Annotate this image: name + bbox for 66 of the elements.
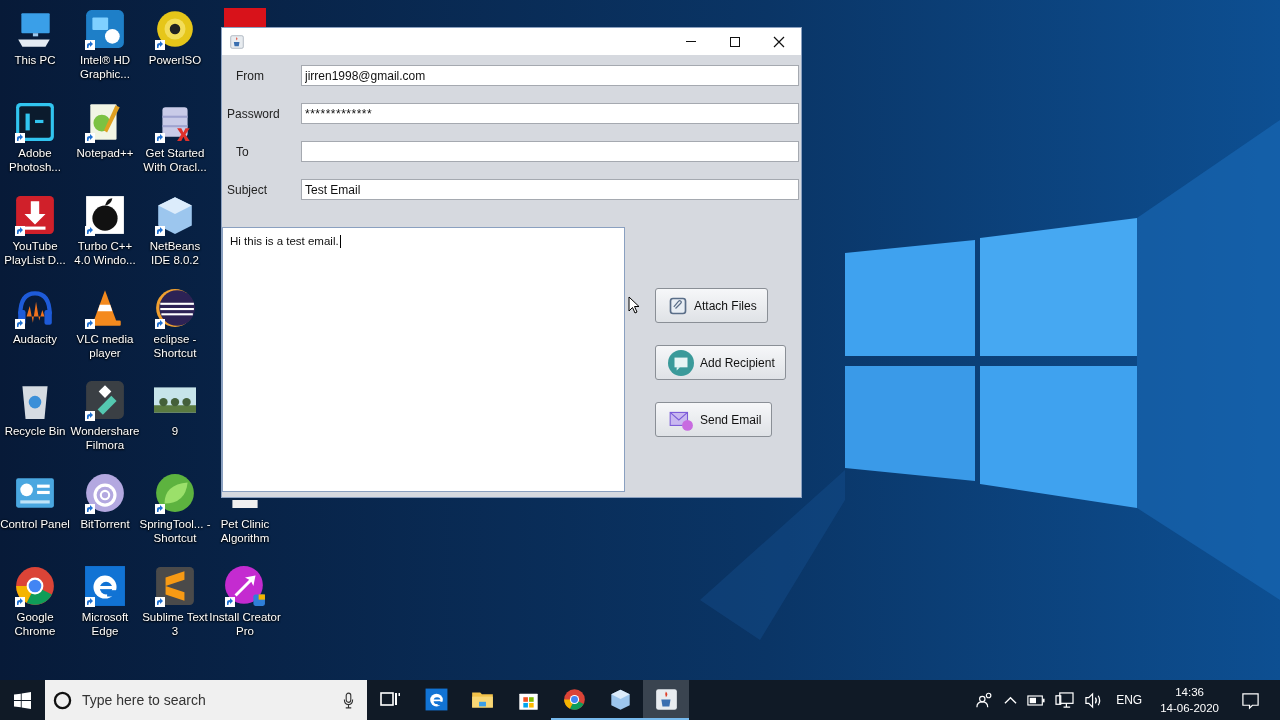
icon-label[interactable]: Turbo C++ 4.0 Windo...: [69, 238, 141, 267]
clock[interactable]: 14:36 14-06-2020: [1160, 684, 1219, 716]
icon-label[interactable]: Audacity: [0, 331, 71, 346]
app-tile-icon[interactable]: [84, 8, 126, 50]
icon-label[interactable]: VLC media player: [69, 331, 141, 360]
installer-logo-icon[interactable]: [224, 565, 266, 607]
icon-label[interactable]: This PC: [0, 53, 71, 67]
icon-label[interactable]: Pet Clinic Algorithm: [209, 517, 281, 545]
maximize-icon: [729, 35, 741, 48]
search-field[interactable]: Type here to search: [45, 680, 367, 720]
notification-icon[interactable]: [1241, 690, 1260, 710]
field-label: From: [235, 68, 265, 83]
windows-logo-icon: [14, 691, 31, 709]
cube-icon: [608, 687, 632, 711]
battery-icon[interactable]: [1027, 694, 1046, 706]
apple-logo-icon[interactable]: [84, 193, 126, 236]
language-indicator[interactable]: ENG: [1116, 693, 1143, 707]
icon-label[interactable]: YouTube PlayList D...: [0, 238, 71, 267]
message-area[interactable]: Hi this is a test email.: [222, 227, 625, 492]
icon-label[interactable]: Notepad++: [69, 145, 141, 160]
icon-label[interactable]: Google Chrome: [0, 610, 71, 639]
app-tile-icon[interactable]: [154, 565, 196, 608]
send-email-button[interactable]: Send Email: [655, 402, 773, 437]
java-cup-icon: [654, 687, 678, 711]
app-tile-icon[interactable]: [14, 100, 56, 143]
app-tile-icon[interactable]: [84, 379, 126, 422]
field-label: Subject: [227, 182, 269, 197]
text-field[interactable]: [301, 141, 799, 162]
icon-label[interactable]: Adobe Photosh...: [0, 145, 71, 174]
add-recipient-button[interactable]: Add Recipient: [655, 345, 786, 380]
mouse-cursor-icon: [628, 296, 640, 314]
java-cup-icon: [230, 34, 244, 49]
paperclip-icon: [668, 295, 688, 316]
swirl-logo-icon[interactable]: [84, 472, 126, 515]
field-label: To: [235, 144, 250, 159]
microphone-icon[interactable]: [343, 692, 354, 709]
browser-logo-icon: [424, 687, 448, 711]
browser-logo-icon[interactable]: [84, 565, 126, 608]
download-icon[interactable]: [14, 193, 56, 236]
password-field[interactable]: *************: [301, 103, 799, 124]
icon-label[interactable]: Recycle Bin: [0, 424, 71, 439]
icon-label[interactable]: PowerISO: [139, 53, 211, 67]
close-icon: [773, 35, 785, 48]
text-field[interactable]: jirren1998@gmail.com: [301, 65, 799, 86]
disc-icon[interactable]: [154, 8, 196, 50]
field-label: Password: [227, 106, 281, 121]
icon-label[interactable]: Wondershare Filmora: [69, 424, 141, 453]
taskbar-app-button[interactable]: [643, 680, 689, 720]
icon-label[interactable]: SpringTool... - Shortcut: [139, 517, 211, 546]
icon-label[interactable]: Intel® HD Graphic...: [69, 53, 141, 81]
icon-label[interactable]: Control Panel: [0, 517, 71, 532]
icon-label[interactable]: Get Started With Oracl...: [139, 145, 211, 174]
network-icon[interactable]: [1055, 691, 1075, 709]
icon-label[interactable]: NetBeans IDE 8.0.2: [139, 238, 211, 267]
icon-label[interactable]: 9: [139, 424, 211, 439]
icon-label[interactable]: Sublime Text 3: [139, 610, 211, 639]
leaf-logo-icon[interactable]: [154, 472, 196, 515]
chat-bubble-icon: [668, 349, 694, 376]
icon-label[interactable]: BitTorrent: [69, 517, 141, 532]
attach-files-button[interactable]: Attach Files: [655, 288, 768, 323]
icon-label[interactable]: eclipse - Shortcut: [139, 331, 211, 360]
ring-icon: [53, 691, 72, 710]
icon-label[interactable]: Install Creator Pro: [209, 610, 281, 638]
minimize-icon: [686, 41, 696, 42]
text-field[interactable]: Test Email: [301, 179, 799, 200]
icon-label[interactable]: Microsoft Edge: [69, 610, 141, 639]
